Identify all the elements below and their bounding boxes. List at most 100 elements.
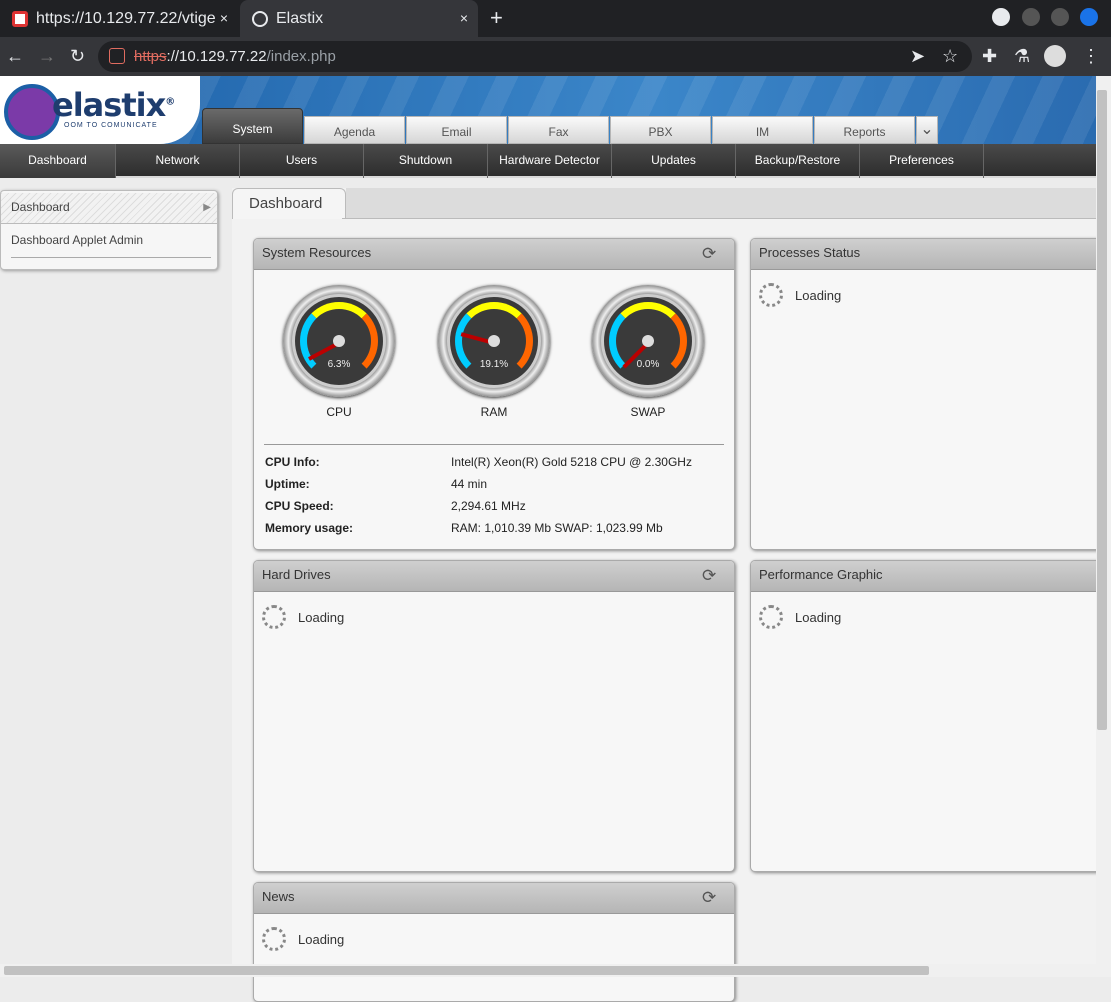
gauge-value: 19.1% [479, 359, 509, 370]
loading-indicator: Loading [262, 927, 344, 951]
arrow-right-icon: ▶ [203, 202, 211, 213]
gauge-hub [488, 335, 500, 347]
tab-reports[interactable]: Reports [814, 116, 915, 144]
loading-text: Loading [298, 931, 345, 947]
panel-title: News [262, 889, 295, 904]
more-tabs-chevron-icon[interactable]: ⌄ [916, 116, 938, 144]
extensions-icon[interactable]: ✚ [982, 46, 997, 67]
submenu-updates[interactable]: Updates [612, 144, 736, 178]
panel-header: Performance Graphic [751, 561, 1109, 592]
submenu-network[interactable]: Network [116, 144, 240, 178]
profile-avatar-icon[interactable] [1044, 45, 1066, 67]
info-key: Uptime: [265, 477, 310, 491]
tab-system[interactable]: System [202, 108, 303, 144]
minimize-button[interactable] [1022, 8, 1040, 26]
close-tab-icon[interactable]: × [220, 10, 228, 26]
horizontal-scroll-thumb[interactable] [4, 966, 929, 975]
content-tab-bar [346, 188, 1096, 218]
loading-text: Loading [795, 609, 842, 625]
sub-menu: Dashboard Network Users Shutdown Hardwar… [0, 144, 1096, 178]
submenu-shutdown[interactable]: Shutdown [364, 144, 488, 178]
browser-tab-title: Elastix [276, 9, 324, 27]
gauge-face: 19.1% [447, 294, 541, 388]
gauge-hub [333, 335, 345, 347]
left-nav: Dashboard ▶ Dashboard Applet Admin [0, 190, 218, 270]
url-host: ://10.129.77.22 [166, 48, 267, 65]
info-value: Intel(R) Xeon(R) Gold 5218 CPU @ 2.30GHz [451, 455, 692, 469]
panel-header: System Resources ⟳ [254, 239, 734, 270]
close-window-button[interactable] [1080, 8, 1098, 26]
menu-kebab-icon[interactable]: ⋮ [1082, 46, 1100, 67]
spinner-icon [759, 605, 783, 629]
tab-agenda[interactable]: Agenda [304, 116, 405, 144]
logo-registered: ® [165, 96, 175, 108]
info-key: CPU Info: [265, 455, 320, 469]
loading-text: Loading [298, 609, 345, 625]
gauge-value: 0.0% [636, 359, 660, 370]
maximize-button[interactable] [1051, 8, 1069, 26]
vertical-scroll-thumb[interactable] [1097, 90, 1107, 730]
flask-icon[interactable]: ⚗ [1014, 46, 1030, 67]
url-text: https://10.129.77.22/index.php [134, 48, 336, 65]
bookmark-star-icon[interactable]: ☆ [942, 46, 958, 67]
panel-header: Hard Drives ⟳ [254, 561, 734, 592]
gauge-label: SWAP [630, 405, 666, 419]
submenu-backup-restore[interactable]: Backup/Restore [736, 144, 860, 178]
submenu-dashboard[interactable]: Dashboard [0, 144, 116, 178]
info-value: RAM: 1,010.39 Mb SWAP: 1,023.99 Mb [451, 521, 663, 535]
browser-tab-vtiger[interactable]: https://10.129.77.22/vtiger × [0, 0, 238, 37]
elastix-logo[interactable]: elastix® OOM TO COMUNICATE [0, 76, 200, 144]
back-icon[interactable]: ← [6, 46, 24, 67]
forward-icon[interactable]: → [38, 46, 56, 67]
browser-tab-elastix[interactable]: Elastix × [240, 0, 478, 37]
panel-header: Processes Status [751, 239, 1109, 270]
info-value: 44 min [451, 477, 488, 491]
loading-indicator: Loading [759, 605, 841, 629]
info-divider [264, 444, 724, 445]
panel-header: News ⟳ [254, 883, 734, 914]
submenu-users[interactable]: Users [240, 144, 364, 178]
system-resources-panel: System Resources ⟳ 6.3% CPU 19.1% RAM 0.… [253, 238, 735, 550]
gauge-label: CPU [326, 405, 352, 419]
gauge-hub [642, 335, 654, 347]
browser-tab-strip: https://10.129.77.22/vtiger × Elastix × … [0, 0, 1111, 37]
tab-search-icon[interactable] [992, 8, 1010, 26]
submenu-hardware-detector[interactable]: Hardware Detector [488, 144, 612, 178]
loading-text: Loading [795, 287, 842, 303]
left-nav-dashboard-applet-admin[interactable]: Dashboard Applet Admin [1, 233, 217, 247]
loading-indicator: Loading [262, 605, 344, 629]
logo-text: elastix [52, 86, 166, 124]
content-area: Dashboard System Resources ⟳ 6.3% CPU 19… [232, 188, 1110, 1002]
info-key: CPU Speed: [265, 499, 334, 513]
refresh-icon[interactable]: ⟳ [702, 567, 720, 585]
logo-tagline: OOM TO COMUNICATE [64, 122, 158, 129]
browser-tab-title: https://10.129.77.22/vtiger [36, 9, 216, 27]
spinner-icon [759, 283, 783, 307]
url-field[interactable]: https://10.129.77.22/index.php [98, 41, 972, 72]
address-bar-row: ← → ↻ https://10.129.77.22/index.php ➤ ☆… [0, 37, 1111, 76]
gauge-face: 6.3% [292, 294, 386, 388]
tab-im[interactable]: IM [712, 116, 813, 144]
new-tab-button[interactable]: + [490, 5, 503, 31]
swap-gauge: 0.0% [592, 285, 704, 397]
left-nav-dashboard[interactable]: Dashboard ▶ [1, 193, 217, 224]
refresh-icon[interactable]: ⟳ [702, 245, 720, 263]
tab-email[interactable]: Email [406, 116, 507, 144]
panel-title: Performance Graphic [759, 567, 883, 582]
spinner-icon [262, 605, 286, 629]
performance-graphic-panel: Performance Graphic Loading [750, 560, 1110, 872]
content-tab-dashboard[interactable]: Dashboard [232, 188, 346, 219]
submenu-preferences[interactable]: Preferences [860, 144, 984, 178]
send-icon[interactable]: ➤ [910, 46, 925, 67]
ram-gauge: 19.1% [438, 285, 550, 397]
content-tab-line [342, 218, 1096, 219]
close-tab-icon[interactable]: × [460, 10, 468, 26]
refresh-icon[interactable]: ⟳ [702, 889, 720, 907]
panel-title: System Resources [262, 245, 372, 260]
tab-fax[interactable]: Fax [508, 116, 609, 144]
tab-pbx[interactable]: PBX [610, 116, 711, 144]
reload-icon[interactable]: ↻ [70, 46, 85, 67]
hard-drives-panel: Hard Drives ⟳ Loading [253, 560, 735, 872]
insecure-icon[interactable] [109, 48, 125, 64]
processes-status-panel: Processes Status Loading [750, 238, 1110, 550]
